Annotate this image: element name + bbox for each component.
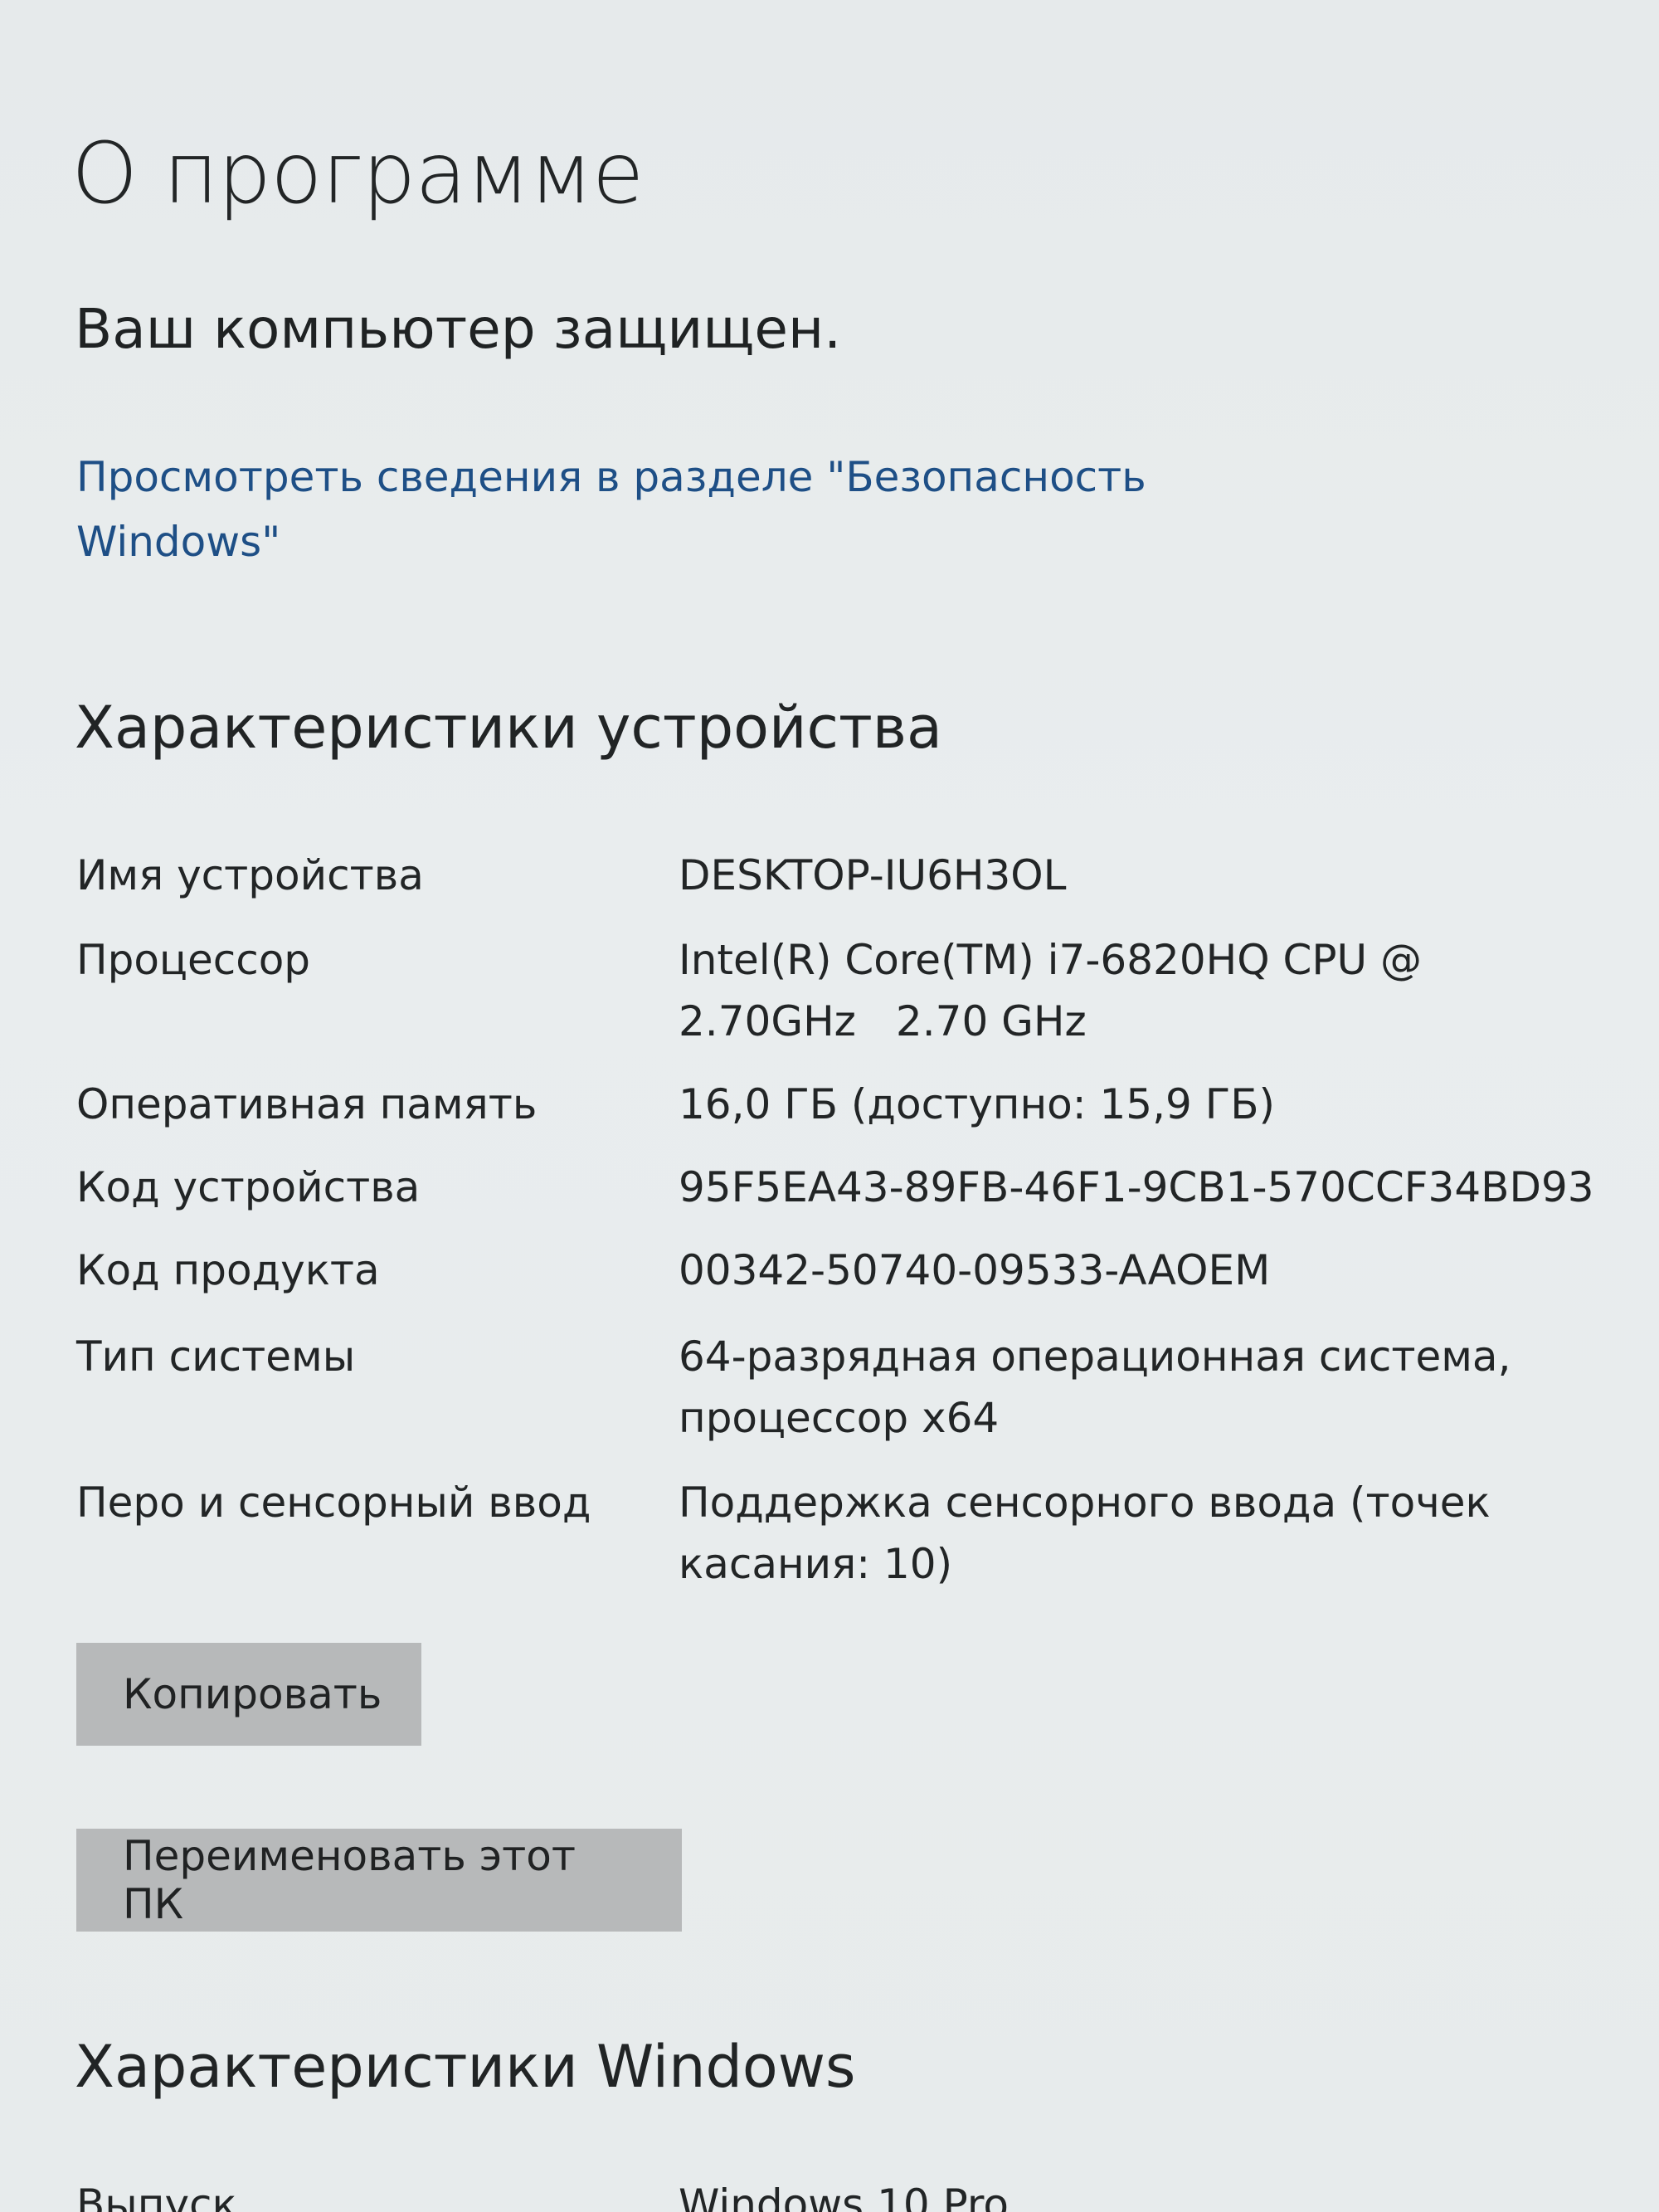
windows-specs-heading: Характеристики Windows (75, 2033, 856, 2101)
cpu-base-speed: 2.70GHz (679, 997, 856, 1045)
spec-value: DESKTOP-IU6H3OL (679, 851, 1067, 899)
rename-pc-button[interactable]: Переименовать этот ПК (76, 1829, 682, 1932)
spec-value-line1: Поддержка сенсорного ввода (точек (679, 1479, 1491, 1527)
spec-value-line1: Intel(R) Core(TM) i7-6820HQ CPU @ (679, 936, 1423, 984)
spec-label: Код устройства (76, 1163, 421, 1211)
spec-label: Процессор (76, 936, 311, 984)
protection-status-text: Ваш компьютер защищен. (75, 297, 842, 361)
spec-label: Тип системы (76, 1333, 356, 1381)
about-settings-page: О программе Ваш компьютер защищен. Просм… (0, 0, 1659, 2212)
page-title: О программе (71, 124, 645, 223)
spec-value: 95F5EA43-89FB-46F1-9CB1-570CCF34BD93 (679, 1163, 1594, 1211)
cpu-current-speed: 2.70 GHz (895, 997, 1087, 1045)
spec-value-line1: 64-разрядная операционная система, (679, 1333, 1511, 1381)
spec-label: Перо и сенсорный ввод (76, 1479, 591, 1527)
spec-label: Оперативная память (76, 1080, 538, 1128)
spec-value: 00342-50740-09533-AAOEM (679, 1246, 1271, 1294)
spec-value: Поддержка сенсорного ввода (точек касани… (679, 1472, 1608, 1595)
spec-row-device-id: Код устройства 95F5EA43-89FB-46F1-9CB1-5… (76, 1157, 1636, 1223)
spec-row-pen-touch: Перо и сенсорный ввод Поддержка сенсорно… (76, 1472, 1636, 1588)
spec-value-line2: 2.70GHz 2.70 GHz (679, 991, 1608, 1052)
spec-row-system-type: Тип системы 64-разрядная операционная си… (76, 1326, 1636, 1442)
windows-edition-value: Windows 10 Pro (679, 2180, 1009, 2212)
spec-row-processor: Процессор Intel(R) Core(TM) i7-6820HQ CP… (76, 929, 1636, 1045)
spec-row-product-id: Код продукта 00342-50740-09533-AAOEM (76, 1240, 1636, 1306)
windows-security-link[interactable]: Просмотреть сведения в разделе "Безопасн… (76, 445, 1238, 574)
security-link-line1: Просмотреть сведения в разделе "Безопасн… (76, 453, 1146, 501)
spec-value: 16,0 ГБ (доступно: 15,9 ГБ) (679, 1080, 1276, 1128)
spec-row-device-name: Имя устройства DESKTOP-IU6H3OL (76, 845, 1636, 911)
spec-value-line2: касания: 10) (679, 1540, 953, 1588)
spec-row-ram: Оперативная память 16,0 ГБ (доступно: 15… (76, 1074, 1636, 1140)
spec-value-line2: процессор x64 (679, 1394, 1000, 1442)
spec-value: Intel(R) Core(TM) i7-6820HQ CPU @ 2.70GH… (679, 929, 1608, 1052)
spec-label: Код продукта (76, 1246, 380, 1294)
spec-label: Имя устройства (76, 851, 424, 899)
security-link-line2: Windows" (76, 518, 281, 566)
windows-edition-label: Выпуск (76, 2180, 237, 2212)
device-specs-heading: Характеристики устройства (75, 694, 942, 762)
copy-button[interactable]: Копировать (76, 1643, 421, 1746)
spec-value: 64-разрядная операционная система, проце… (679, 1326, 1608, 1449)
